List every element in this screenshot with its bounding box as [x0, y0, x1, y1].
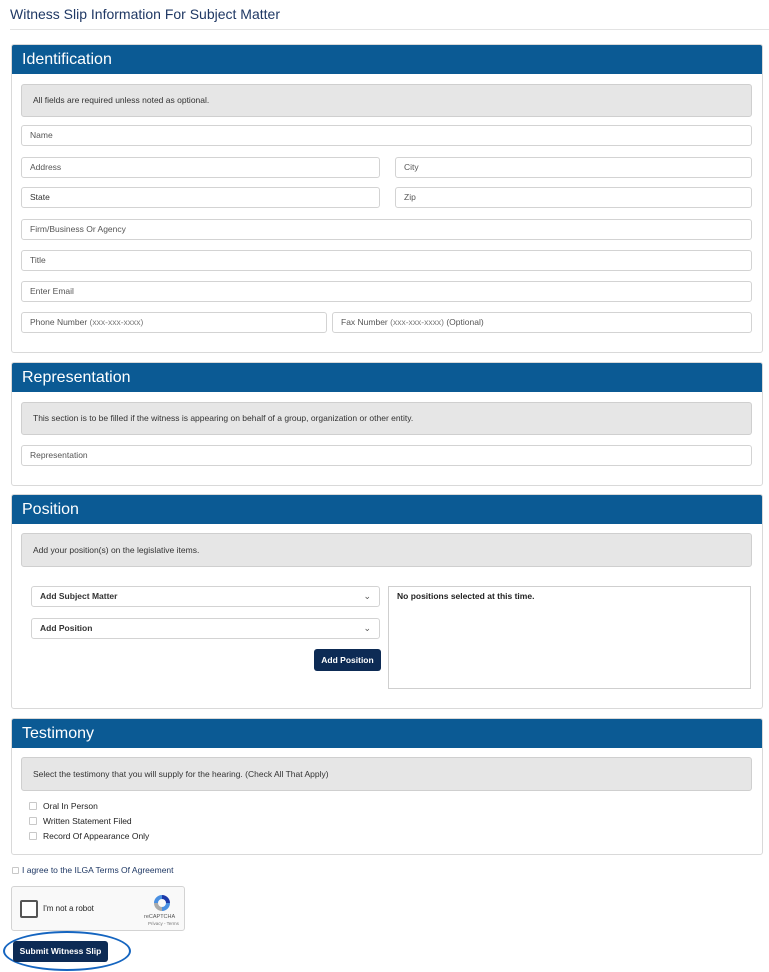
address-input[interactable]: Address — [21, 157, 380, 178]
fax-optional-hint: (Optional) — [446, 317, 484, 327]
testimony-option-written[interactable]: Written Statement Filed — [29, 815, 132, 827]
phone-label: Phone Number — [30, 317, 88, 327]
testimony-option-record[interactable]: Record Of Appearance Only — [29, 830, 149, 842]
fax-format-hint: (xxx-xxx-xxxx) — [390, 317, 444, 327]
recaptcha-widget: I'm not a robot reCAPTCHA Privacy - Term… — [11, 886, 185, 931]
representation-note: This section is to be filled if the witn… — [21, 402, 752, 435]
recaptcha-links[interactable]: Privacy - Terms — [148, 921, 179, 926]
checkbox[interactable] — [29, 817, 37, 825]
identification-note: All fields are required unless noted as … — [21, 84, 752, 117]
position-select-value: Add Position — [40, 623, 93, 633]
chevron-down-icon: ⌄ — [363, 591, 371, 601]
phone-input[interactable]: Phone Number (xxx-xxx-xxxx) — [21, 312, 327, 333]
chevron-down-icon: ⌄ — [363, 623, 371, 633]
testimony-option-oral[interactable]: Oral In Person — [29, 800, 98, 812]
phone-format-hint: (xxx-xxx-xxxx) — [89, 317, 144, 327]
identification-panel: Identification All fields are required u… — [11, 44, 763, 353]
testimony-note: Select the testimony that you will suppl… — [21, 757, 752, 791]
terms-agreement[interactable]: I agree to the ILGA Terms Of Agreement — [12, 865, 174, 875]
position-panel: Position Add your position(s) on the leg… — [11, 494, 763, 709]
testimony-panel: Testimony Select the testimony that you … — [11, 718, 763, 855]
terms-label: I agree to the ILGA Terms Of Agreement — [22, 865, 174, 875]
email-input[interactable]: Enter Email — [21, 281, 752, 302]
representation-panel: Representation This section is to be fil… — [11, 362, 763, 486]
city-input[interactable]: City — [395, 157, 752, 178]
recaptcha-checkbox[interactable] — [20, 900, 38, 918]
recaptcha-logo-icon — [154, 895, 170, 911]
zip-input[interactable]: Zip — [395, 187, 752, 208]
title-divider — [10, 29, 769, 30]
recaptcha-label: I'm not a robot — [43, 904, 94, 913]
state-input[interactable]: State — [21, 187, 380, 208]
firm-input[interactable]: Firm/Business Or Agency — [21, 219, 752, 240]
submit-witness-slip-button[interactable]: Submit Witness Slip — [13, 941, 108, 962]
testimony-heading: Testimony — [12, 719, 762, 748]
position-heading: Position — [12, 495, 762, 524]
add-position-button[interactable]: Add Position — [314, 649, 381, 671]
position-select[interactable]: Add Position ⌄ — [31, 618, 380, 639]
identification-heading: Identification — [12, 45, 762, 74]
fax-label: Fax Number — [341, 317, 388, 327]
selected-positions-box: No positions selected at this time. — [388, 586, 751, 689]
checkbox[interactable] — [29, 832, 37, 840]
name-input[interactable]: Name — [21, 125, 752, 146]
subject-matter-select[interactable]: Add Subject Matter ⌄ — [31, 586, 380, 607]
checkbox[interactable] — [29, 802, 37, 810]
representation-heading: Representation — [12, 363, 762, 392]
title-input[interactable]: Title — [21, 250, 752, 271]
subject-matter-select-value: Add Subject Matter — [40, 591, 118, 601]
page-title: Witness Slip Information For Subject Mat… — [10, 6, 280, 22]
fax-input[interactable]: Fax Number (xxx-xxx-xxxx) (Optional) — [332, 312, 752, 333]
position-note: Add your position(s) on the legislative … — [21, 533, 752, 567]
recaptcha-brand: reCAPTCHA — [144, 914, 176, 920]
representation-input[interactable]: Representation — [21, 445, 752, 466]
terms-checkbox[interactable] — [12, 867, 19, 874]
